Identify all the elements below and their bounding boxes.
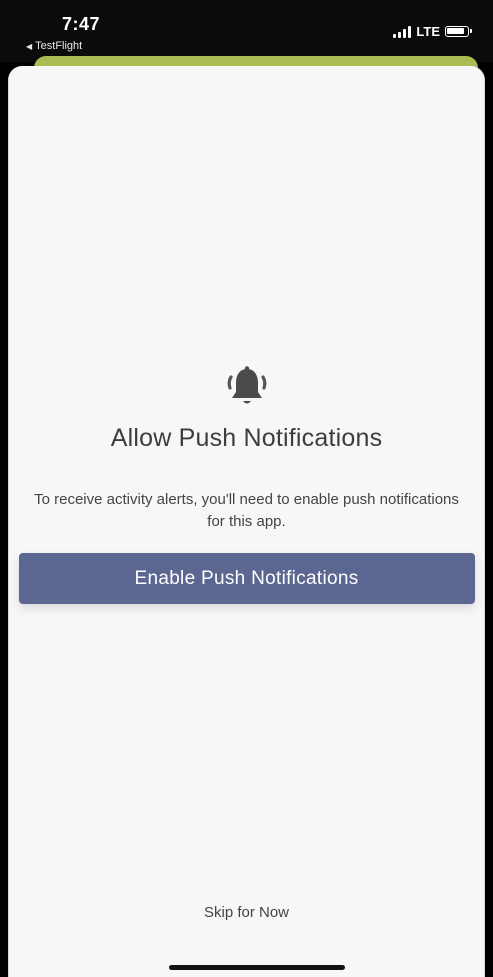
back-app-label: TestFlight <box>35 40 83 52</box>
network-label: LTE <box>416 24 440 39</box>
prompt-description: To receive activity alerts, you'll need … <box>34 491 459 530</box>
cellular-signal-icon <box>393 25 412 38</box>
notification-permission-sheet: Allow Push Notifications To receive acti… <box>8 66 485 977</box>
back-arrow-icon: ◀ <box>26 41 33 51</box>
home-indicator[interactable] <box>169 965 345 970</box>
bell-ringing-icon <box>227 366 266 404</box>
prompt-title: Allow Push Notifications <box>110 424 383 452</box>
back-to-app-link[interactable]: ◀ TestFlight <box>26 40 82 52</box>
status-time: 7:47 <box>62 14 101 34</box>
status-indicators: LTE <box>393 24 472 39</box>
prompt-content: Allow Push Notifications To receive acti… <box>9 364 484 604</box>
enable-push-notifications-button[interactable]: Enable Push Notifications <box>18 553 475 604</box>
battery-icon <box>445 26 472 37</box>
status-bar: 7:47 ◀ TestFlight LTE <box>0 0 493 62</box>
skip-for-now-link[interactable]: Skip for Now <box>9 904 484 921</box>
screen: 7:47 ◀ TestFlight LTE Allow Push Notific… <box>0 0 493 977</box>
